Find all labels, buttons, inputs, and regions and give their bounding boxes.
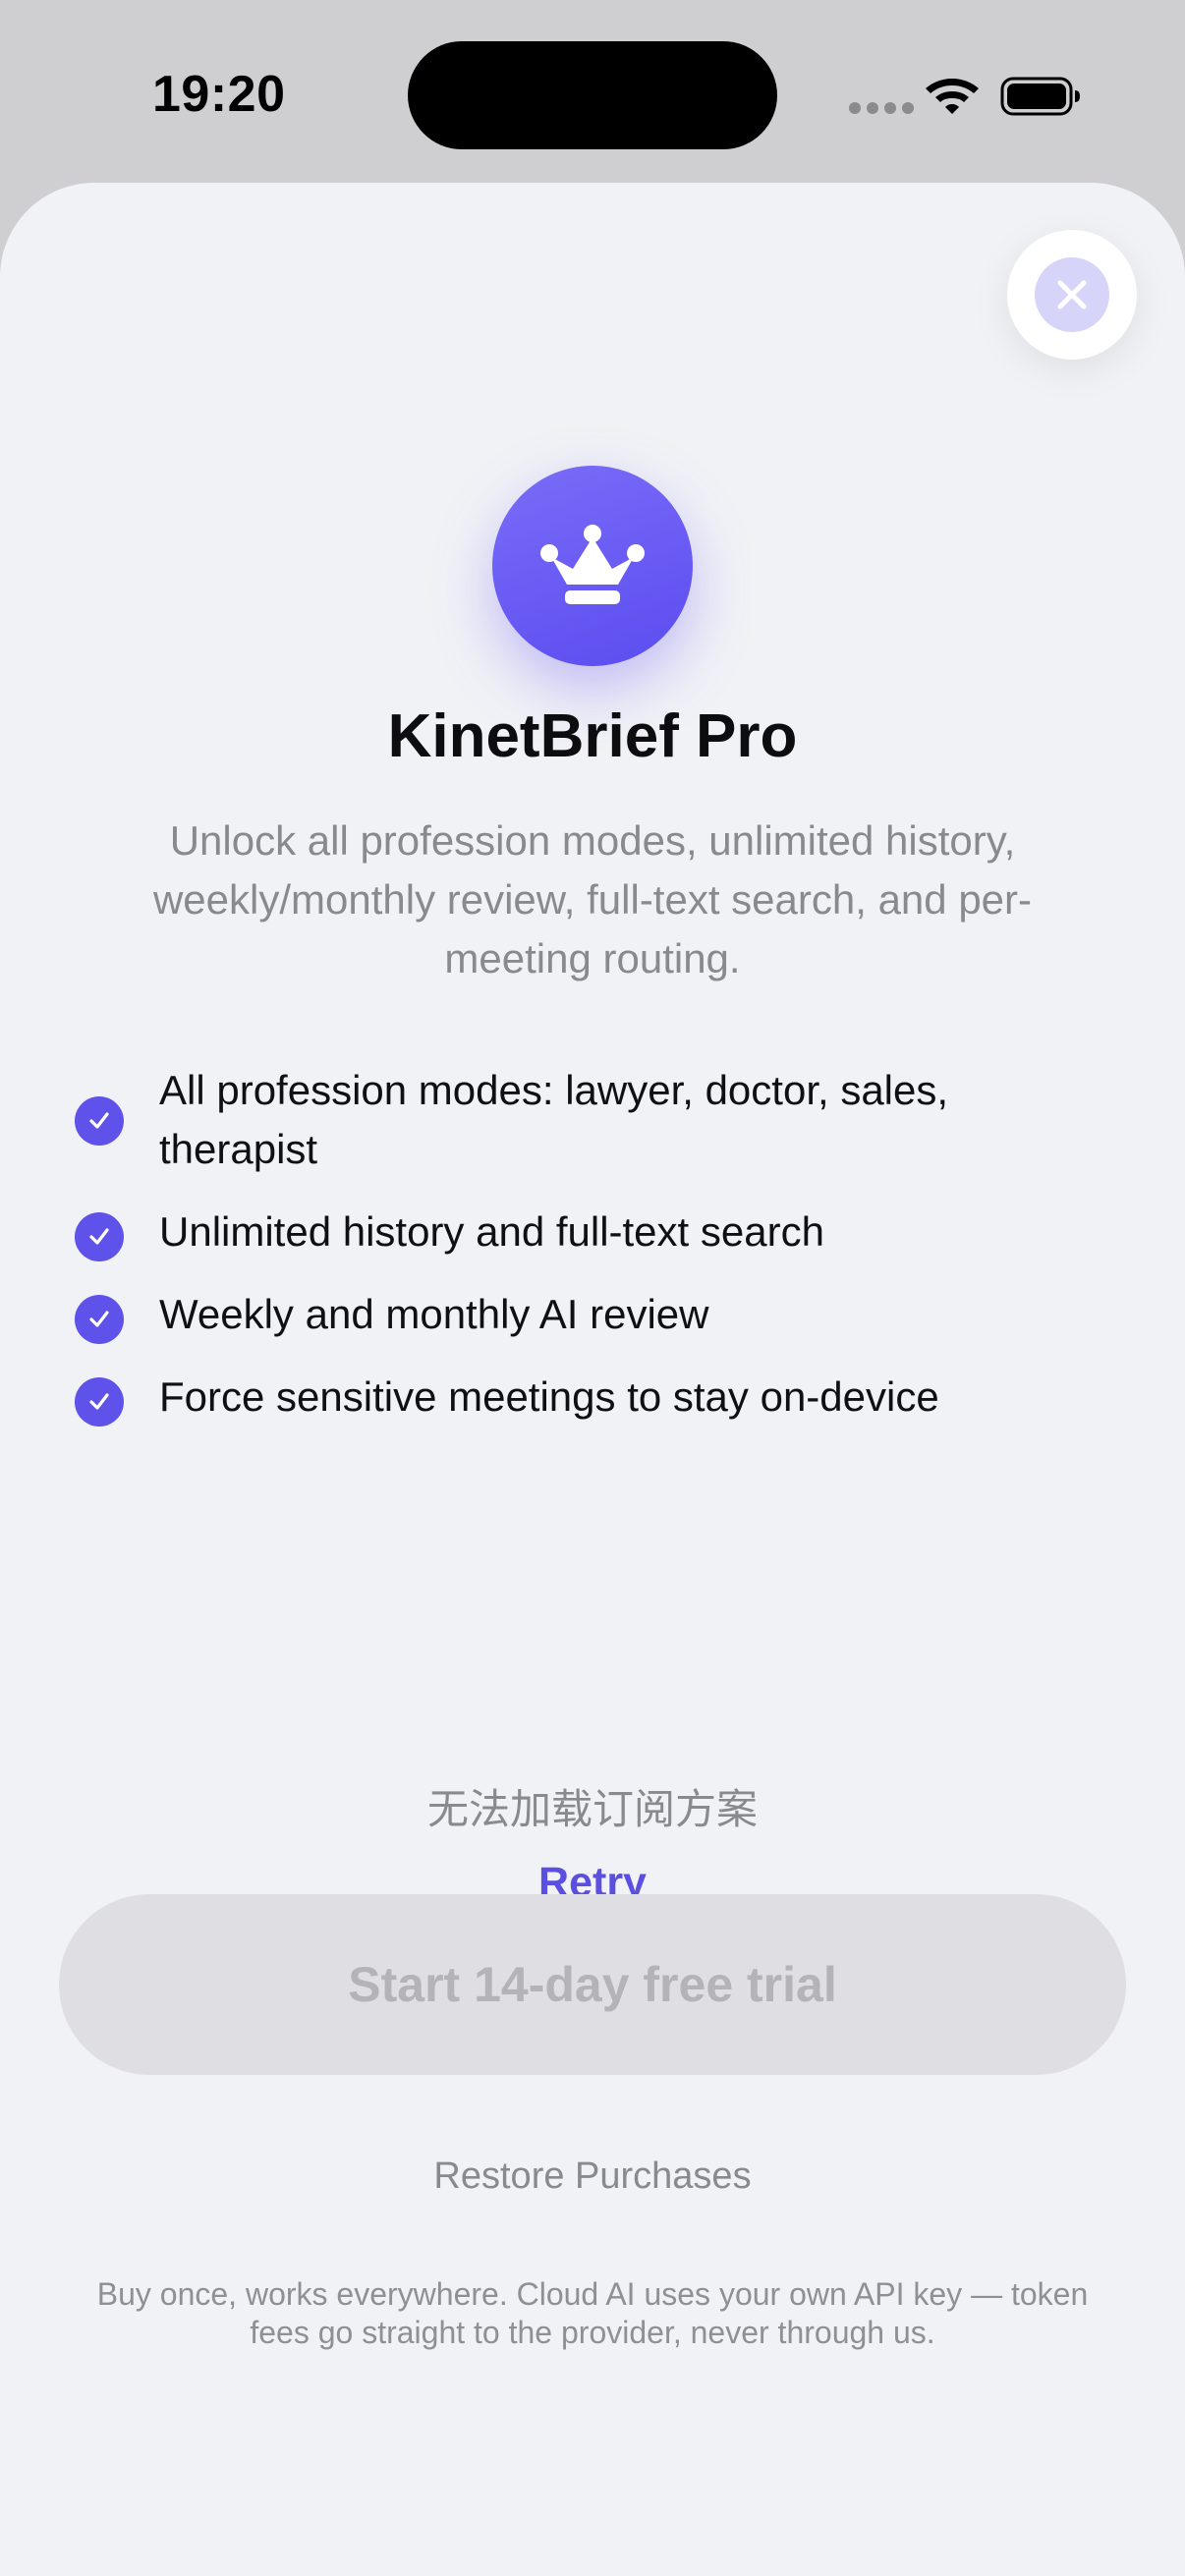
paywall-title: KinetBrief Pro bbox=[387, 702, 798, 770]
battery-icon bbox=[1000, 77, 1080, 116]
feature-label: Unlimited history and full-text search bbox=[159, 1208, 824, 1255]
paywall-sheet: KinetBrief Pro Unlock all profession mod… bbox=[0, 183, 1185, 2576]
crown-icon bbox=[492, 466, 693, 666]
dynamic-island bbox=[408, 41, 777, 149]
checkmark-icon bbox=[75, 1212, 124, 1261]
wifi-icon bbox=[926, 79, 979, 114]
feature-label: All profession modes: lawyer, doctor, sa… bbox=[159, 1067, 949, 1172]
feature-item: Force sensitive meetings to stay on-devi… bbox=[75, 1373, 1116, 1427]
paywall-subtitle: Unlock all profession modes, unlimited h… bbox=[152, 817, 1033, 981]
feature-item: All profession modes: lawyer, doctor, sa… bbox=[75, 1067, 1116, 1179]
checkmark-icon bbox=[75, 1377, 124, 1427]
feature-item: Weekly and monthly AI review bbox=[75, 1291, 1116, 1344]
restore-purchases-button[interactable]: Restore Purchases bbox=[0, 2156, 1185, 2198]
feature-list: All profession modes: lawyer, doctor, sa… bbox=[75, 1067, 1116, 1456]
feature-label: Force sensitive meetings to stay on-devi… bbox=[159, 1373, 939, 1420]
close-button[interactable] bbox=[1007, 230, 1137, 360]
feature-item: Unlimited history and full-text search bbox=[75, 1208, 1116, 1261]
checkmark-icon bbox=[75, 1096, 124, 1146]
close-icon bbox=[1035, 257, 1109, 332]
paywall-screen: 19:20 KinetBrief Pro Unlock all professi… bbox=[0, 0, 1185, 2576]
pricing-disclaimer: Buy once, works everywhere. Cloud AI use… bbox=[96, 2276, 1089, 2350]
cellular-signal-icon bbox=[849, 102, 914, 114]
checkmark-icon bbox=[75, 1295, 124, 1344]
plans-error-message: 无法加载订阅方案 bbox=[426, 1785, 758, 1833]
start-trial-button[interactable]: Start 14-day free trial bbox=[59, 1894, 1126, 2075]
status-time: 19:20 bbox=[152, 66, 286, 123]
feature-label: Weekly and monthly AI review bbox=[159, 1291, 709, 1337]
status-bar: 19:20 bbox=[0, 0, 1185, 183]
